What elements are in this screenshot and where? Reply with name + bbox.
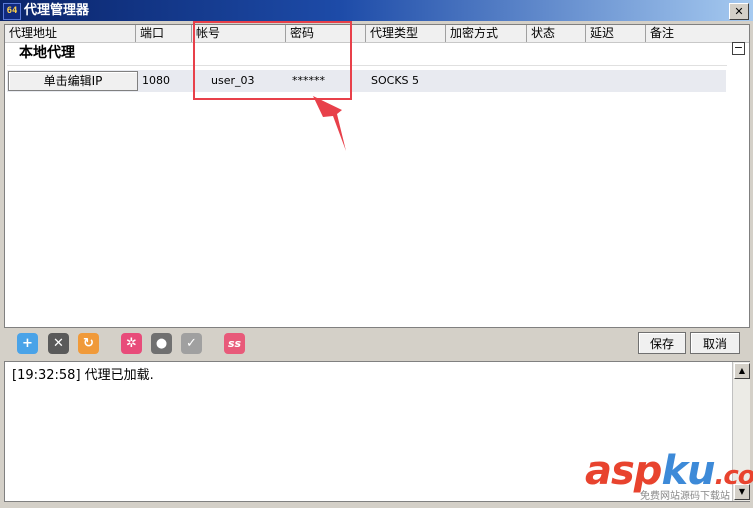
add-icon[interactable]: +	[17, 333, 38, 354]
refresh-icon[interactable]: ↻	[78, 333, 99, 354]
delete-icon[interactable]: ✕	[48, 333, 69, 354]
log-line: [19:32:58] 代理已加载.	[12, 368, 154, 383]
watermark-asp: asp	[585, 448, 662, 494]
watermark-domain: .com	[714, 461, 753, 491]
cancel-button[interactable]: 取消	[690, 332, 740, 354]
bulb-icon[interactable]: ●	[151, 333, 172, 354]
check-icon[interactable]: ✓	[181, 333, 202, 354]
watermark-ku: ku	[661, 448, 715, 494]
ss-icon[interactable]: ss	[224, 333, 245, 354]
watermark-subtitle: 免费网站源码下载站	[640, 491, 730, 502]
toolbar: + ✕ ↻ ✲ ● ✓ ss 保存 取消	[4, 328, 748, 359]
scroll-up-icon[interactable]: ▲	[734, 363, 750, 379]
save-button[interactable]: 保存	[638, 332, 686, 354]
settings-icon[interactable]: ✲	[121, 333, 142, 354]
watermark-logo: aspku.com 免费网站源码下载站	[585, 448, 753, 505]
